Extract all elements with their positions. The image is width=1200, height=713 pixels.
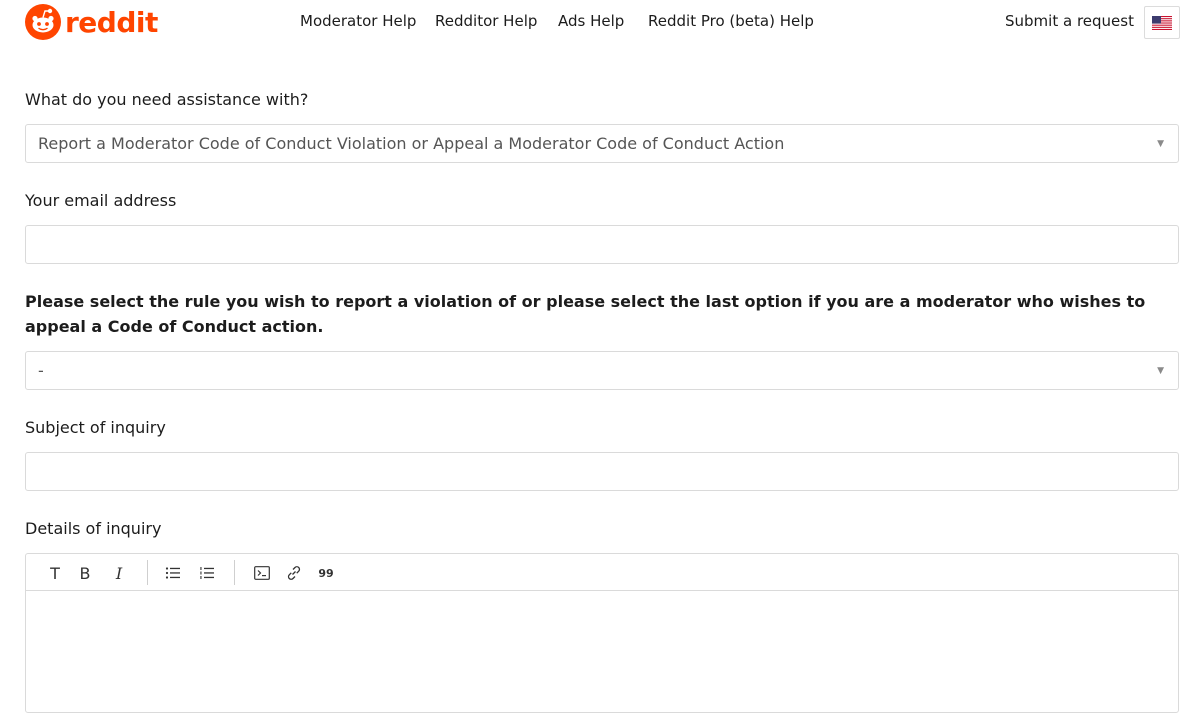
numbered-list-button[interactable] — [198, 563, 216, 583]
bulleted-list-icon — [165, 567, 180, 579]
nav-moderator-help[interactable]: Moderator Help — [300, 12, 416, 30]
rule-label: Please select the rule you wish to repor… — [25, 292, 1146, 336]
language-selector[interactable] — [1144, 6, 1180, 39]
assistance-label: What do you need assistance with? — [25, 90, 309, 109]
chevron-down-icon: ▼ — [1157, 366, 1164, 376]
subject-field[interactable] — [25, 452, 1179, 491]
text-style-button[interactable]: T — [48, 563, 62, 583]
link-button[interactable] — [285, 563, 303, 583]
rule-select[interactable]: - ▼ — [25, 351, 1179, 390]
quote-button[interactable]: 99 — [318, 563, 334, 583]
italic-button[interactable]: I — [112, 563, 126, 583]
email-field[interactable] — [25, 225, 1179, 264]
us-flag-icon — [1152, 15, 1172, 30]
assistance-selected-value: Report a Moderator Code of Conduct Viola… — [38, 134, 785, 153]
bulleted-list-button[interactable] — [164, 563, 182, 583]
bold-button[interactable]: B — [78, 563, 92, 583]
rule-selected-value: - — [38, 361, 44, 380]
chevron-down-icon: ▼ — [1157, 139, 1164, 149]
toolbar-divider — [147, 560, 148, 585]
reddit-snoo-icon — [25, 4, 61, 40]
code-block-button[interactable] — [253, 563, 271, 583]
editor-toolbar: T B I 99 — [26, 554, 1178, 591]
nav-reddit-pro-help[interactable]: Reddit Pro (beta) Help — [648, 12, 814, 30]
link-icon — [287, 566, 301, 580]
logo-wordmark: reddit — [65, 5, 158, 39]
nav-ads-help[interactable]: Ads Help — [558, 12, 624, 30]
reddit-logo[interactable]: reddit — [24, 3, 158, 41]
submit-request-link[interactable]: Submit a request — [1005, 12, 1134, 30]
details-textarea[interactable] — [26, 592, 1178, 712]
assistance-select[interactable]: Report a Moderator Code of Conduct Viola… — [25, 124, 1179, 163]
email-label: Your email address — [25, 191, 177, 210]
subject-label: Subject of inquiry — [25, 418, 166, 437]
numbered-list-icon — [200, 567, 214, 579]
details-editor[interactable]: T B I 99 — [25, 553, 1179, 713]
toolbar-divider — [234, 560, 235, 585]
details-label: Details of inquiry — [25, 519, 162, 538]
nav-redditor-help[interactable]: Redditor Help — [435, 12, 537, 30]
site-header: reddit Moderator Help Redditor Help Ads … — [0, 0, 1200, 46]
code-block-icon — [254, 566, 270, 580]
